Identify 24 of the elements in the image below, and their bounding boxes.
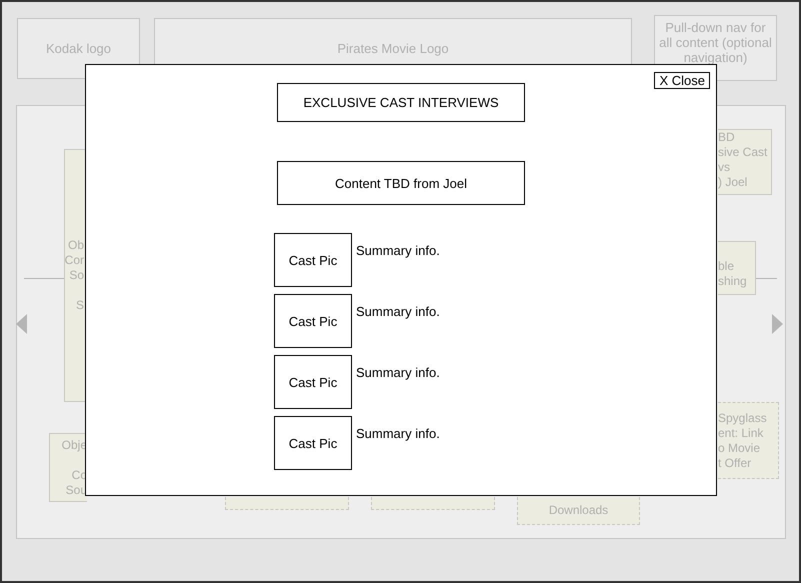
summary-text: Summary info. — [356, 426, 440, 442]
movie-logo-label: Pirates Movie Logo — [337, 41, 449, 56]
note-text: Ob Cor So — [64, 238, 84, 283]
left-arrow-icon[interactable] — [16, 314, 27, 334]
nav-note: Pull-down nav for all content (optional navigation) — [659, 20, 772, 65]
summary-text: Summary info. — [356, 365, 440, 381]
cast-picture-label: Cast Pic — [288, 374, 338, 390]
note-text: ble shing — [718, 259, 747, 289]
cast-picture-label: Cast Pic — [288, 252, 338, 268]
connector-line — [24, 278, 64, 279]
note-text: S — [76, 298, 84, 313]
summary-text: Summary info. — [356, 243, 440, 259]
cast-picture-label: Cast Pic — [288, 314, 338, 328]
note-text: Spyglass ent: Link o Movie t Offer — [718, 410, 767, 470]
content-note-box: Content TBD from Joel — [277, 161, 525, 205]
note-text: Downloads — [548, 503, 608, 518]
title-box: EXCLUSIVE CAST INTERVIEWS — [277, 83, 525, 122]
right-arrow-icon[interactable] — [772, 314, 783, 334]
cast-picture-label: Cast Pic — [288, 436, 338, 450]
close-button[interactable]: X Close — [654, 72, 710, 89]
logo-label: Kodak logo — [46, 41, 112, 56]
summary-text: Summary info. — [356, 304, 440, 320]
note-text: BD sive Cast vs ) Joel — [718, 130, 768, 190]
connector-line — [754, 278, 777, 279]
